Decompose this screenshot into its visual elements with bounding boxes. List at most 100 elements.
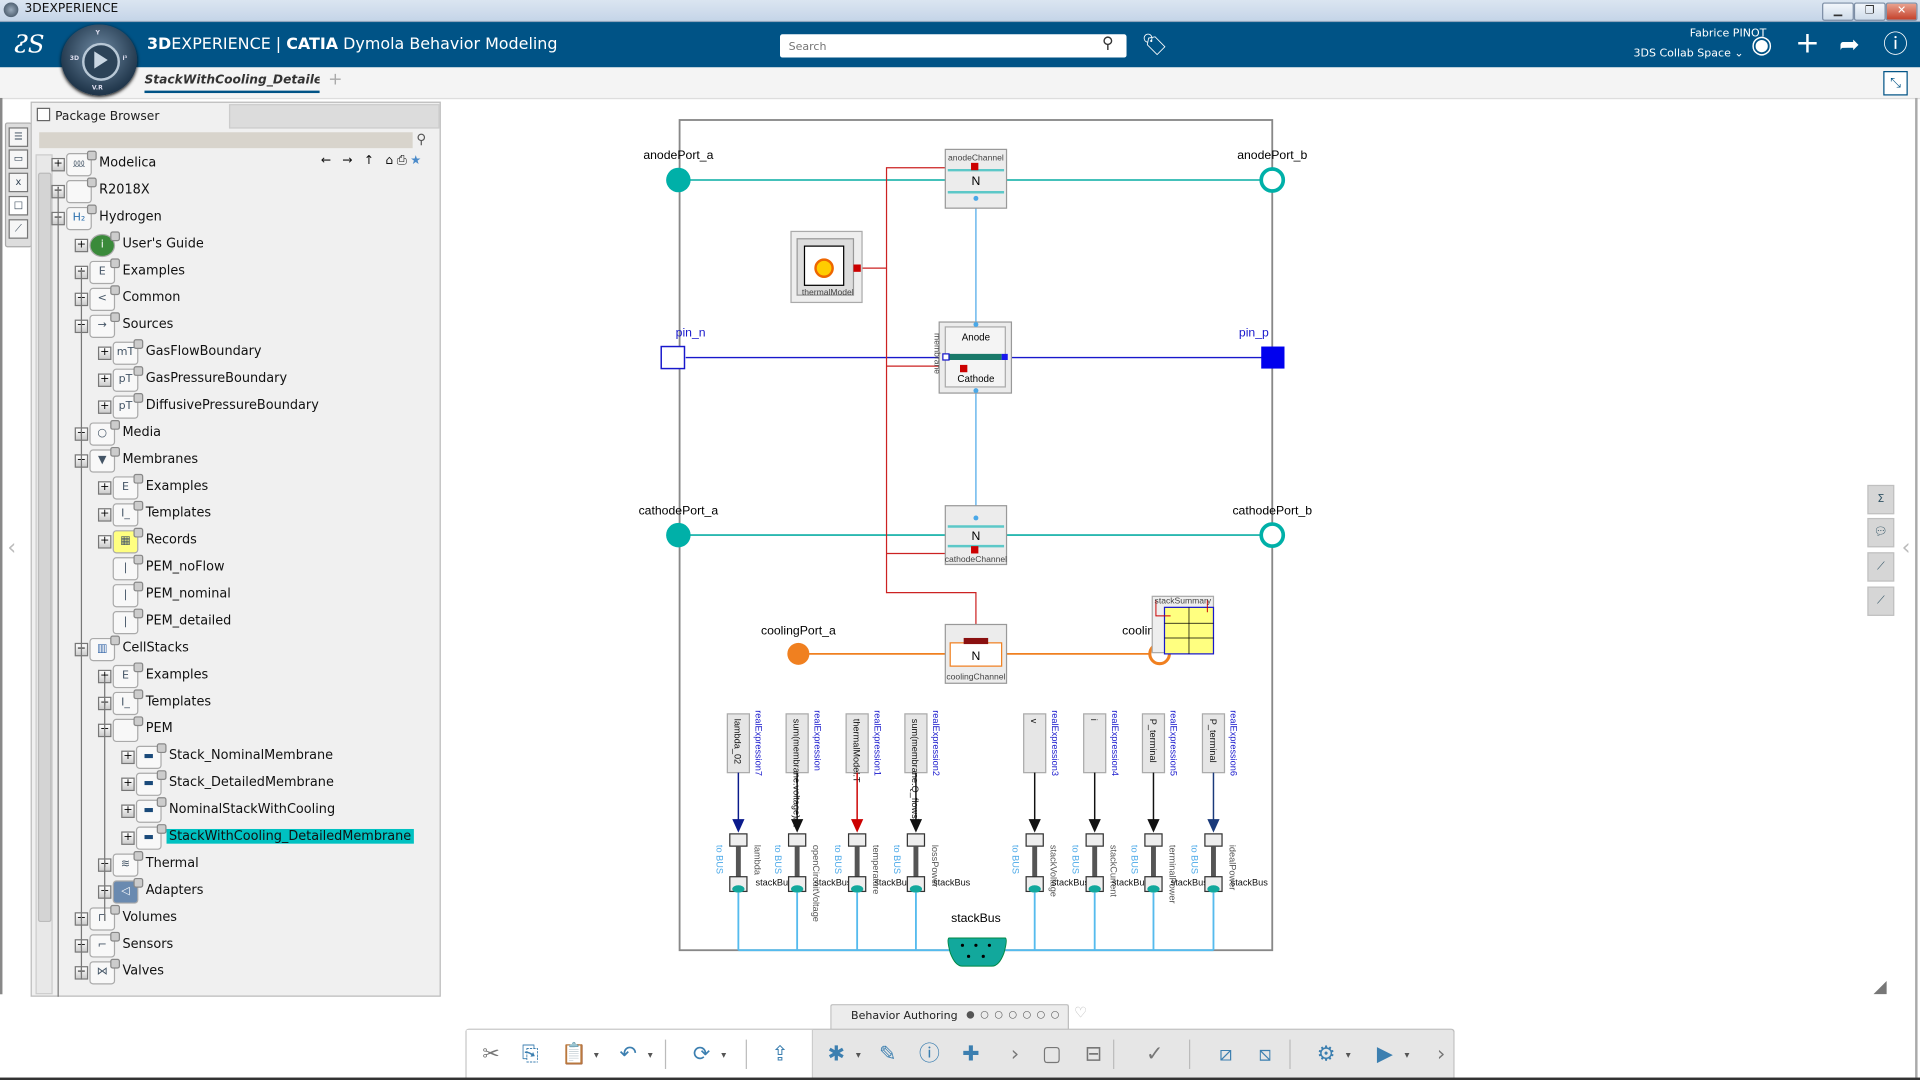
cathode-channel[interactable]: N cathodeChannel <box>944 505 1007 566</box>
compass-widget[interactable]: Y 3D i³ V.R <box>61 24 138 96</box>
cathode-port-a[interactable] <box>666 522 691 548</box>
expand-icon[interactable]: + <box>97 508 112 522</box>
pin-n[interactable] <box>660 345 686 370</box>
package-browser-icon[interactable]: □ <box>8 195 29 216</box>
scrollbar[interactable] <box>35 154 53 995</box>
expand-icon[interactable]: + <box>97 346 112 361</box>
lock-icon <box>156 824 167 834</box>
thermal-model[interactable]: thermalModel <box>790 230 863 304</box>
expression-text: P_terminal <box>1148 719 1158 763</box>
stack-bus[interactable]: stackBus <box>947 911 1007 967</box>
tab-model[interactable]: StackWithCooling_DetailedMembrane <box>144 73 320 94</box>
favorite-heart-icon[interactable]: ♡ <box>1074 1004 1087 1021</box>
expand-icon[interactable]: + <box>97 373 112 387</box>
expand-icon[interactable]: + <box>121 831 135 845</box>
cathode-channel-label: cathodeChannel <box>945 554 1007 564</box>
extend-model-icon[interactable]: ✚ <box>956 1040 985 1069</box>
block-icon[interactable]: ▢ <box>1037 1040 1066 1069</box>
expand-icon[interactable]: + <box>74 238 89 253</box>
expand-icon[interactable]: + <box>121 750 135 765</box>
export-icon[interactable]: ⇪ <box>765 1040 794 1069</box>
anode-port-b[interactable] <box>1259 167 1286 193</box>
expand-icon[interactable]: + <box>51 157 65 172</box>
collab-space-selector[interactable]: 3DS Collab Space ⌄ <box>1633 48 1743 60</box>
minimize-button[interactable]: ▁ <box>1822 2 1854 21</box>
cooling-port-a[interactable] <box>787 642 810 665</box>
search-icon[interactable]: ⚲ <box>1102 34 1114 52</box>
ds-logo-icon[interactable]: ᴤS <box>15 29 45 58</box>
section-tab[interactable]: Behavior Authoring ● ○ ○ ○ ○ ○ ○ <box>830 1004 1069 1030</box>
close-button[interactable]: ✕ <box>1885 2 1918 21</box>
print-icon[interactable]: ⎙ <box>397 154 410 167</box>
replace-structure-icon[interactable]: ⧅ <box>1250 1040 1279 1069</box>
user-icon[interactable]: ◉ <box>1751 32 1772 56</box>
cooling-channel[interactable]: N coolingChannel <box>944 623 1008 684</box>
tree-item-label: Modelica <box>99 155 157 171</box>
search-input[interactable] <box>786 36 1098 58</box>
find-icon[interactable]: ⚲ <box>416 131 426 147</box>
membrane[interactable]: Anode Cathode membrane <box>932 321 1013 394</box>
stack-summary[interactable]: stackSummary <box>1151 596 1215 655</box>
play-icon[interactable] <box>94 51 108 69</box>
filter-bar[interactable] <box>39 132 413 149</box>
plot-icon[interactable]: ⟋ <box>1867 552 1895 582</box>
section-page-dots[interactable]: ● ○ ○ ○ ○ ○ ○ <box>966 1009 1060 1020</box>
cathode-port-b[interactable] <box>1259 522 1286 548</box>
compass-vr[interactable]: V.R <box>92 84 103 91</box>
comment-icon[interactable]: 💬︎ <box>1867 517 1895 548</box>
bus-adapter-shaft <box>1151 846 1156 877</box>
component-icon[interactable]: ▭ <box>8 149 29 169</box>
anode-port-a[interactable] <box>666 167 691 193</box>
pin-p-label: pin_p <box>1239 326 1269 340</box>
expand-icon[interactable]: + <box>97 481 112 495</box>
variable-icon[interactable]: x <box>8 172 29 193</box>
bus-adapter-connector <box>851 885 864 893</box>
compass-top[interactable]: Y <box>96 29 100 36</box>
compass-i3[interactable]: i³ <box>122 55 127 62</box>
bus-adapter-top <box>1204 833 1223 847</box>
help-icon[interactable]: ⓘ <box>1883 32 1907 56</box>
simulate-icon[interactable]: ▶ <box>1370 1040 1410 1070</box>
more-icon[interactable]: › <box>1000 1040 1029 1069</box>
share-icon[interactable]: ➦ <box>1839 32 1860 56</box>
tag-icon[interactable]: 🏷︎ <box>1141 33 1167 57</box>
more2-icon[interactable]: › <box>1427 1040 1456 1069</box>
nav-arrows[interactable]: ← → ↑ ⌂⎙★ <box>321 154 425 167</box>
expand-icon[interactable]: + <box>121 777 135 792</box>
expand-icon[interactable]: + <box>97 535 112 549</box>
collapse-icon[interactable]: ⤡ <box>1883 71 1908 96</box>
update-icon[interactable]: ⟳ <box>687 1040 726 1070</box>
paste-icon[interactable]: 📋 <box>560 1040 598 1070</box>
edit-model-icon[interactable]: ✎ <box>873 1040 902 1069</box>
check-icon[interactable]: ✓ <box>1140 1040 1169 1069</box>
formula-icon[interactable]: Σ <box>1867 484 1895 515</box>
chevron-left-icon[interactable]: ‹ <box>1902 535 1911 561</box>
scroll-thumb[interactable] <box>37 172 52 923</box>
stack-bus-port-label: stackBus <box>814 877 852 887</box>
copy-icon[interactable]: ⎘ <box>516 1040 545 1069</box>
undo-icon[interactable]: ↶ <box>613 1040 652 1070</box>
expand-icon[interactable]: + <box>121 804 135 818</box>
thermal-model-label: thermalModel <box>802 287 854 297</box>
plot-icon[interactable]: ⟋ <box>1867 586 1895 616</box>
new-model-icon[interactable]: ✱ <box>822 1040 861 1070</box>
pin-p[interactable] <box>1261 346 1285 369</box>
tree-view-icon[interactable]: ☰ <box>8 127 29 147</box>
favorite-icon[interactable]: ★ <box>410 154 425 167</box>
chevron-left-icon[interactable]: ‹ <box>7 535 16 561</box>
anode-channel[interactable]: anodeChannel N <box>944 148 1008 209</box>
connector-icon[interactable]: ⊟ <box>1079 1040 1108 1069</box>
expand-icon[interactable]: + <box>97 400 112 414</box>
add-tab-button[interactable]: + <box>328 70 342 90</box>
lock-icon <box>133 527 144 538</box>
replace-component-icon[interactable]: ⧄ <box>1211 1040 1240 1069</box>
simulation-settings-icon[interactable]: ⚙ <box>1311 1040 1351 1070</box>
plot-icon[interactable]: ⟋ <box>8 219 29 239</box>
bus-adapter-top <box>1085 833 1104 847</box>
model-info-icon[interactable]: ⓘ <box>915 1040 944 1069</box>
plus-icon[interactable]: + <box>1795 28 1820 57</box>
compass-3d[interactable]: 3D <box>70 55 79 62</box>
restore-button[interactable]: ❐ <box>1853 2 1886 21</box>
cut-icon[interactable]: ✂ <box>476 1040 505 1069</box>
home-icon[interactable]: ⌂ <box>385 154 396 167</box>
